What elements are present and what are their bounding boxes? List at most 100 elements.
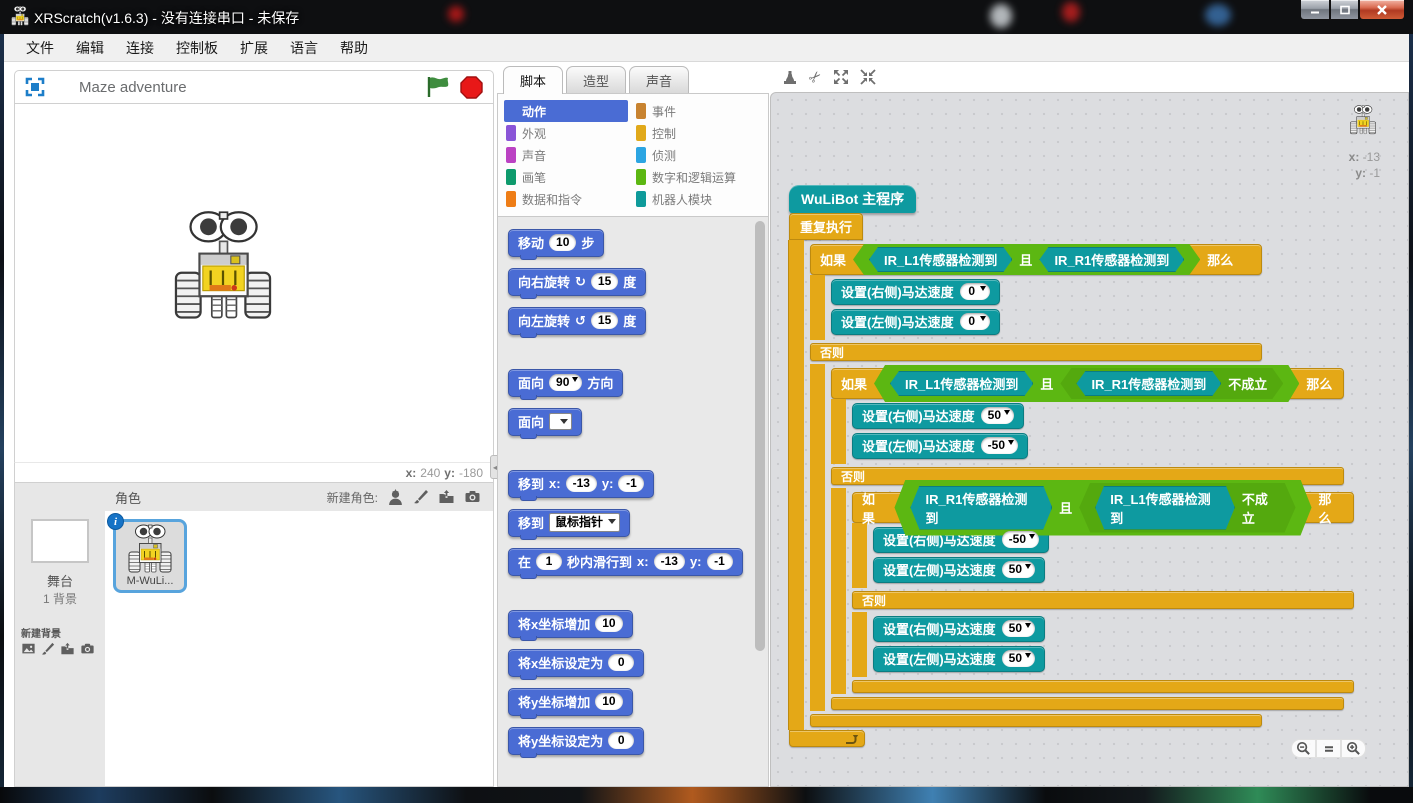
repeat-label[interactable]: 重复执行 <box>789 213 863 240</box>
control-swatch <box>636 125 646 141</box>
camera-backdrop-icon[interactable] <box>80 642 95 656</box>
close-button[interactable] <box>1359 0 1405 20</box>
operators-swatch <box>636 169 646 185</box>
menu-extensions[interactable]: 扩展 <box>230 35 278 61</box>
set-left-motor-block[interactable]: 设置(左侧)马达速度50 <box>873 557 1045 583</box>
block-set-y[interactable]: 将y坐标设定为0 <box>508 727 644 755</box>
block-goto-xy[interactable]: 移到x:-13y:-1 <box>508 470 654 498</box>
script-stack[interactable]: WuLiBot 主程序 重复执行 如果 IR_L1传感器检测到 且 IR_R1传… <box>789 185 1354 747</box>
menu-file[interactable]: 文件 <box>16 35 64 61</box>
shrink-icon[interactable] <box>860 69 876 85</box>
block-point-direction[interactable]: 面向90方向 <box>508 369 623 397</box>
sensor-ir-l1[interactable]: IR_L1传感器检测到 <box>1095 486 1235 530</box>
stage-label: 舞台 <box>47 571 73 590</box>
if-block-1[interactable]: 如果 IR_L1传感器检测到 且 IR_R1传感器检测到 那么 设置(右侧)马达… <box>810 244 1354 727</box>
if-block-3[interactable]: 如果 IR_R1传感器检测到 且 IR_L1传感器检测到 不成立 <box>852 492 1354 693</box>
and-operator[interactable]: IR_L1传感器检测到 且 IR_R1传感器检测到 <box>853 244 1200 275</box>
grow-icon[interactable] <box>833 69 849 85</box>
block-glide[interactable]: 在1秒内滑行到x:-13y:-1 <box>508 548 743 576</box>
category-operators[interactable]: 数字和逻辑运算 <box>634 166 764 188</box>
category-pen[interactable]: 画笔 <box>504 166 634 188</box>
set-right-motor-block[interactable]: 设置(右侧)马达速度50 <box>873 616 1045 642</box>
zoom-reset-icon[interactable] <box>1316 739 1341 758</box>
set-left-motor-block[interactable]: 设置(左侧)马达速度0 <box>831 309 1000 335</box>
block-change-x[interactable]: 将x坐标增加10 <box>508 610 633 638</box>
block-turn-right[interactable]: 向右旋转↻15度 <box>508 268 646 296</box>
upload-sprite-icon[interactable] <box>438 489 455 505</box>
set-left-motor-block[interactable]: 设置(左侧)马达速度-50 <box>852 433 1028 459</box>
green-flag-icon[interactable] <box>426 75 450 99</box>
and-operator[interactable]: IR_L1传感器检测到 且 IR_R1传感器检测到 不成立 <box>874 365 1299 402</box>
info-icon[interactable]: i <box>107 513 124 530</box>
repeat-forever-block[interactable]: 重复执行 如果 IR_L1传感器检测到 且 IR_R1传感器检测到 <box>789 213 1354 747</box>
set-right-motor-block[interactable]: 设置(右侧)马达速度0 <box>831 279 1000 305</box>
menu-edit[interactable]: 编辑 <box>66 35 114 61</box>
sprite-name: M-WuLi... <box>127 575 174 587</box>
sensor-ir-r1[interactable]: IR_R1传感器检测到 <box>910 486 1052 530</box>
camera-icon[interactable] <box>464 489 481 505</box>
sprite-list: M-WuLi... i <box>105 511 493 786</box>
and-operator[interactable]: IR_R1传感器检测到 且 IR_L1传感器检测到 不成立 <box>894 480 1311 536</box>
menu-connect[interactable]: 连接 <box>116 35 164 61</box>
script-canvas[interactable]: x: -13 y: -1 WuLiBot 主程序 重复执行 如果 IR_L1传感… <box>770 92 1409 787</box>
category-robot[interactable]: 机器人模块 <box>634 188 764 210</box>
block-palette: 脚本 造型 声音 动作 外观 声音 画笔 数据和指令 事件 控制 侦测 数字和逻… <box>497 66 769 787</box>
block-set-x[interactable]: 将x坐标设定为0 <box>508 649 644 677</box>
scissors-icon[interactable]: ✂ <box>804 66 826 88</box>
category-sensing[interactable]: 侦测 <box>634 144 764 166</box>
menu-bar: 文件 编辑 连接 控制板 扩展 语言 帮助 <box>4 34 1409 62</box>
block-point-towards[interactable]: 面向 <box>508 408 582 436</box>
if-bottom-bar <box>810 714 1262 727</box>
tab-sounds[interactable]: 声音 <box>629 66 689 93</box>
category-motion[interactable]: 动作 <box>504 100 628 122</box>
sensor-ir-l1[interactable]: IR_L1传感器检测到 <box>869 247 1012 272</box>
palette-scrollbar[interactable] <box>755 221 765 651</box>
sprite-card[interactable]: M-WuLi... i <box>113 519 187 593</box>
category-sound[interactable]: 声音 <box>504 144 634 166</box>
menu-board[interactable]: 控制板 <box>166 35 228 61</box>
block-move-steps[interactable]: 移动10步 <box>508 229 604 257</box>
maximize-button[interactable] <box>1330 0 1359 20</box>
backdrop-library-icon[interactable] <box>21 642 36 656</box>
if-block-2[interactable]: 如果 IR_L1传感器检测到 且 IR_R1传感器检测到 不成立 <box>831 368 1354 710</box>
block-change-y[interactable]: 将y坐标增加10 <box>508 688 633 716</box>
paint-brush-icon[interactable] <box>413 489 429 505</box>
zoom-out-icon[interactable] <box>1291 739 1316 758</box>
upload-backdrop-icon[interactable] <box>60 642 75 656</box>
category-control[interactable]: 控制 <box>634 122 764 144</box>
stamp-icon[interactable] <box>782 69 798 85</box>
stage-canvas[interactable] <box>14 104 494 462</box>
decor-blob <box>990 4 1012 28</box>
new-backdrop-label: 新建背景 <box>21 625 61 640</box>
not-operator[interactable]: IR_R1传感器检测到 不成立 <box>1060 368 1283 399</box>
project-title[interactable]: Maze adventure <box>79 79 416 96</box>
events-swatch <box>636 103 646 119</box>
minimize-button[interactable] <box>1300 0 1330 20</box>
tab-scripts[interactable]: 脚本 <box>503 66 563 94</box>
zoom-in-icon[interactable] <box>1341 739 1366 758</box>
block-goto-mouse[interactable]: 移到鼠标指针 <box>508 509 630 537</box>
sensor-ir-r1[interactable]: IR_R1传感器检测到 <box>1039 247 1184 272</box>
category-data[interactable]: 数据和指令 <box>504 188 634 210</box>
set-right-motor-block[interactable]: 设置(右侧)马达速度50 <box>852 403 1024 429</box>
sensor-ir-l1[interactable]: IR_L1传感器检测到 <box>890 371 1033 396</box>
tab-costumes[interactable]: 造型 <box>566 66 626 93</box>
category-events[interactable]: 事件 <box>634 100 764 122</box>
menu-language[interactable]: 语言 <box>280 35 328 61</box>
menu-help[interactable]: 帮助 <box>330 35 378 61</box>
if-bottom-bar <box>831 697 1344 710</box>
category-looks[interactable]: 外观 <box>504 122 634 144</box>
robot-sprite[interactable] <box>167 210 279 322</box>
stage-thumbnail[interactable] <box>31 519 89 563</box>
hat-block-main-program[interactable]: WuLiBot 主程序 <box>789 185 916 213</box>
block-turn-left[interactable]: 向左旋转↺15度 <box>508 307 646 335</box>
new-sprite-label: 新建角色: <box>327 489 378 506</box>
turn-ccw-icon: ↺ <box>575 313 586 329</box>
fullscreen-icon[interactable] <box>25 77 45 97</box>
stop-icon[interactable] <box>460 76 483 99</box>
not-operator[interactable]: IR_L1传感器检测到 不成立 <box>1079 483 1295 533</box>
new-sprite-library-icon[interactable] <box>387 489 404 506</box>
sensor-ir-r1[interactable]: IR_R1传感器检测到 <box>1076 371 1221 396</box>
set-left-motor-block[interactable]: 设置(左侧)马达速度50 <box>873 646 1045 672</box>
paint-backdrop-icon[interactable] <box>41 642 55 656</box>
